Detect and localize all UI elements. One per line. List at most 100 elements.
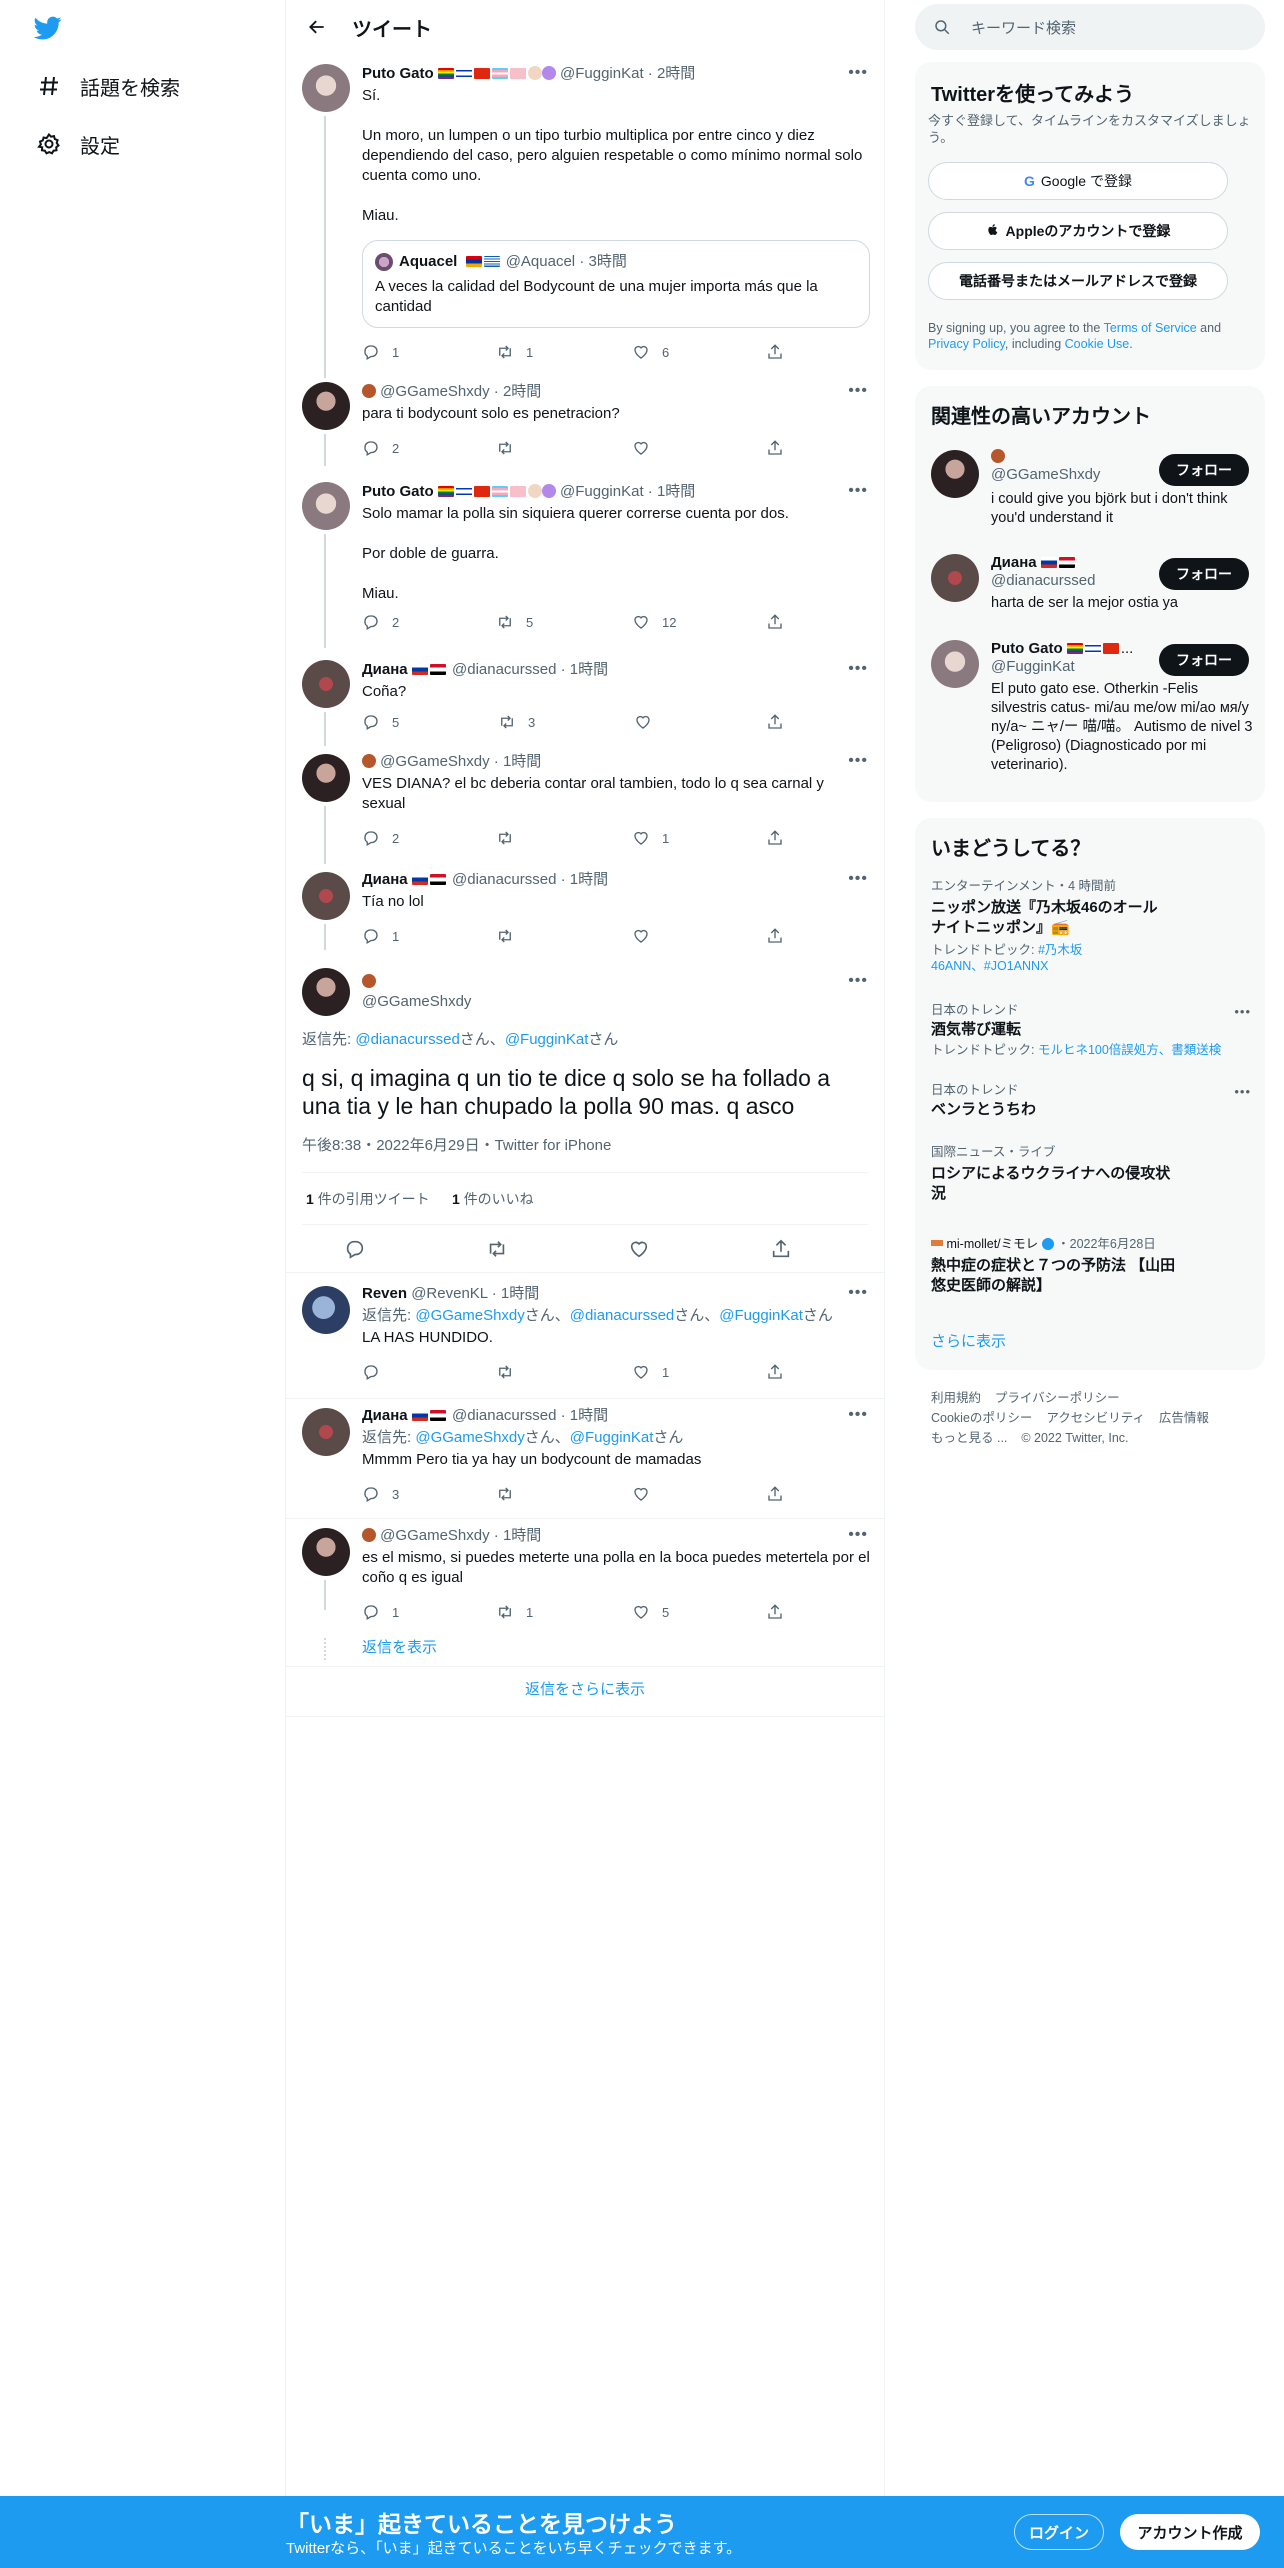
share-button[interactable]	[766, 1362, 796, 1382]
more-icon[interactable]: •••	[848, 660, 868, 678]
more-icon[interactable]: •••	[848, 1526, 868, 1544]
tweet-time[interactable]: · 1時間	[492, 1285, 540, 1302]
avatar[interactable]	[302, 660, 350, 708]
tweet-time[interactable]: · 1時間	[561, 661, 609, 678]
tweet-time[interactable]: · 1時間	[494, 753, 542, 770]
retweet-button[interactable]: 3	[498, 712, 535, 732]
tweet-time[interactable]: · 2時間	[648, 65, 696, 82]
mention-link[interactable]: @dianacurssed	[570, 1307, 674, 1324]
author-handle[interactable]: @GGameShxdy	[380, 383, 489, 400]
share-button[interactable]	[766, 438, 796, 458]
like-button[interactable]	[632, 1484, 662, 1504]
reply-button[interactable]: 2	[362, 438, 399, 458]
reply-button[interactable]: 1	[362, 926, 399, 946]
account-row[interactable]: @GGameShxdy フォロー i could give you björk …	[915, 444, 1265, 544]
more-icon[interactable]: •••	[848, 1284, 868, 1302]
avatar[interactable]	[302, 872, 350, 920]
apple-signup-button[interactable]: Appleのアカウントで登録	[928, 212, 1228, 250]
share-button[interactable]	[766, 1484, 796, 1504]
avatar[interactable]	[302, 64, 350, 112]
retweet-button[interactable]: 1	[496, 1602, 533, 1622]
author-name[interactable]: Reven	[362, 1285, 407, 1302]
mention-link[interactable]: @dianacurssed	[355, 1031, 459, 1048]
share-button[interactable]	[766, 1602, 796, 1622]
author-name[interactable]: Puto Gato	[362, 65, 434, 82]
cookie-link[interactable]: Cookie Use	[1065, 337, 1130, 351]
tweet-time[interactable]: · 1時間	[561, 871, 609, 888]
footer-link[interactable]: プライバシーポリシー	[995, 1391, 1120, 1405]
avatar[interactable]	[302, 1408, 350, 1456]
footer-link[interactable]: 広告情報	[1159, 1411, 1209, 1425]
trend-item[interactable]: エンターテインメント・4 時間前 ニッポン放送『乃木坂46のオールナイトニッポン…	[931, 878, 1251, 974]
author-handle[interactable]: @FugginKat	[560, 65, 644, 82]
account-row[interactable]: Puto Gato ... @FugginKat フォロー El puto ga…	[915, 636, 1265, 796]
tweet[interactable]: @GGameShxdy · 2時間 ••• para ti bodycount …	[286, 376, 884, 466]
show-more-replies-link[interactable]: 返信をさらに表示	[286, 1680, 884, 1700]
footer-link[interactable]: アクセシビリティ	[1046, 1411, 1145, 1425]
author-handle[interactable]: @dianacurssed	[452, 1407, 556, 1424]
share-button[interactable]	[766, 712, 796, 732]
tweet[interactable]: @GGameShxdy · 1時間 ••• es el mismo, si pu…	[286, 1526, 884, 1660]
reply-icon[interactable]	[344, 1238, 366, 1265]
author-name[interactable]: Диана	[362, 1407, 408, 1424]
share-icon[interactable]	[770, 1238, 792, 1265]
mention-link[interactable]: @FugginKat	[505, 1031, 589, 1048]
author-handle[interactable]: @RevenKL	[411, 1285, 487, 1302]
more-icon[interactable]: •••	[848, 870, 868, 888]
like-button[interactable]: 12	[632, 612, 676, 632]
footer-more-link[interactable]: もっと見る ...	[931, 1431, 1007, 1445]
author-handle[interactable]: @GGameShxdy	[380, 753, 489, 770]
more-icon[interactable]: •••	[848, 64, 868, 82]
reply-button[interactable]: 3	[362, 1484, 399, 1504]
avatar[interactable]	[302, 968, 350, 1016]
like-button[interactable]: 6	[632, 342, 669, 362]
login-button[interactable]: ログイン	[1014, 2514, 1104, 2550]
phone-email-signup-button[interactable]: 電話番号またはメールアドレスで登録	[928, 262, 1228, 300]
like-button[interactable]: 1	[632, 828, 669, 848]
tweet-time[interactable]: · 1時間	[494, 1527, 542, 1544]
like-stat[interactable]: 1 件のいいね	[452, 1190, 534, 1208]
footer-link[interactable]: 利用規約	[931, 1391, 981, 1405]
more-icon[interactable]: •••	[848, 382, 868, 400]
retweet-icon[interactable]	[486, 1238, 508, 1265]
tweet[interactable]: Reven @RevenKL · 1時間 ••• 返信先: @GGameShxd…	[286, 1284, 884, 1390]
show-more-trends-link[interactable]: さらに表示	[931, 1332, 1006, 1352]
avatar[interactable]	[931, 554, 979, 602]
follow-button[interactable]: フォロー	[1159, 644, 1249, 676]
trend-item[interactable]: 日本のトレンド 酒気帯び運転 トレンドトピック: モルヒネ100倍誤処方、書類送…	[931, 1002, 1251, 1058]
reply-button[interactable]: 2	[362, 612, 399, 632]
tweet-time[interactable]: · 2時間	[494, 383, 542, 400]
like-button[interactable]	[632, 926, 662, 946]
tweet[interactable]: Диана @dianacurssed · 1時間 ••• Tía no lol…	[286, 870, 884, 954]
more-icon[interactable]: •••	[848, 752, 868, 770]
like-button[interactable]: 5	[632, 1602, 669, 1622]
follow-button[interactable]: フォロー	[1159, 454, 1249, 486]
more-icon[interactable]: •••	[848, 972, 868, 990]
retweet-button[interactable]	[496, 828, 526, 848]
more-icon[interactable]: •••	[1234, 1084, 1251, 1099]
terms-link[interactable]: Terms of Service	[1104, 321, 1197, 335]
author-handle[interactable]: @GGameShxdy	[380, 1527, 489, 1544]
retweet-button[interactable]	[496, 926, 526, 946]
more-icon[interactable]: •••	[848, 1406, 868, 1424]
reply-button[interactable]: 2	[362, 828, 399, 848]
retweet-button[interactable]: 1	[496, 342, 533, 362]
author-name[interactable]: Диана	[362, 871, 408, 888]
trend-item[interactable]: 国際ニュース・ライブ ロシアによるウクライナへの侵攻状況	[931, 1144, 1171, 1204]
author-name[interactable]: Диана	[362, 661, 408, 678]
share-button[interactable]	[766, 612, 796, 632]
avatar[interactable]	[931, 450, 979, 498]
avatar[interactable]	[302, 754, 350, 802]
tweet-time[interactable]: · 1時間	[648, 483, 696, 500]
quoted-tweet[interactable]: Aquacel @Aquacel · 3時間 A veces la calida…	[362, 240, 870, 328]
tweet-meta[interactable]: 午後8:38・2022年6月29日・Twitter for iPhone	[302, 1136, 611, 1156]
retweet-button[interactable]	[496, 1362, 526, 1382]
reply-button[interactable]: 1	[362, 342, 399, 362]
follow-button[interactable]: フォロー	[1159, 558, 1249, 590]
retweet-button[interactable]	[496, 1484, 526, 1504]
google-signup-button[interactable]: G Google で登録	[928, 162, 1228, 200]
tweet-time[interactable]: · 1時間	[561, 1407, 609, 1424]
avatar[interactable]	[302, 1528, 350, 1576]
nav-explore[interactable]: 話題を検索	[36, 66, 180, 106]
nav-settings[interactable]: 設定	[36, 124, 120, 164]
